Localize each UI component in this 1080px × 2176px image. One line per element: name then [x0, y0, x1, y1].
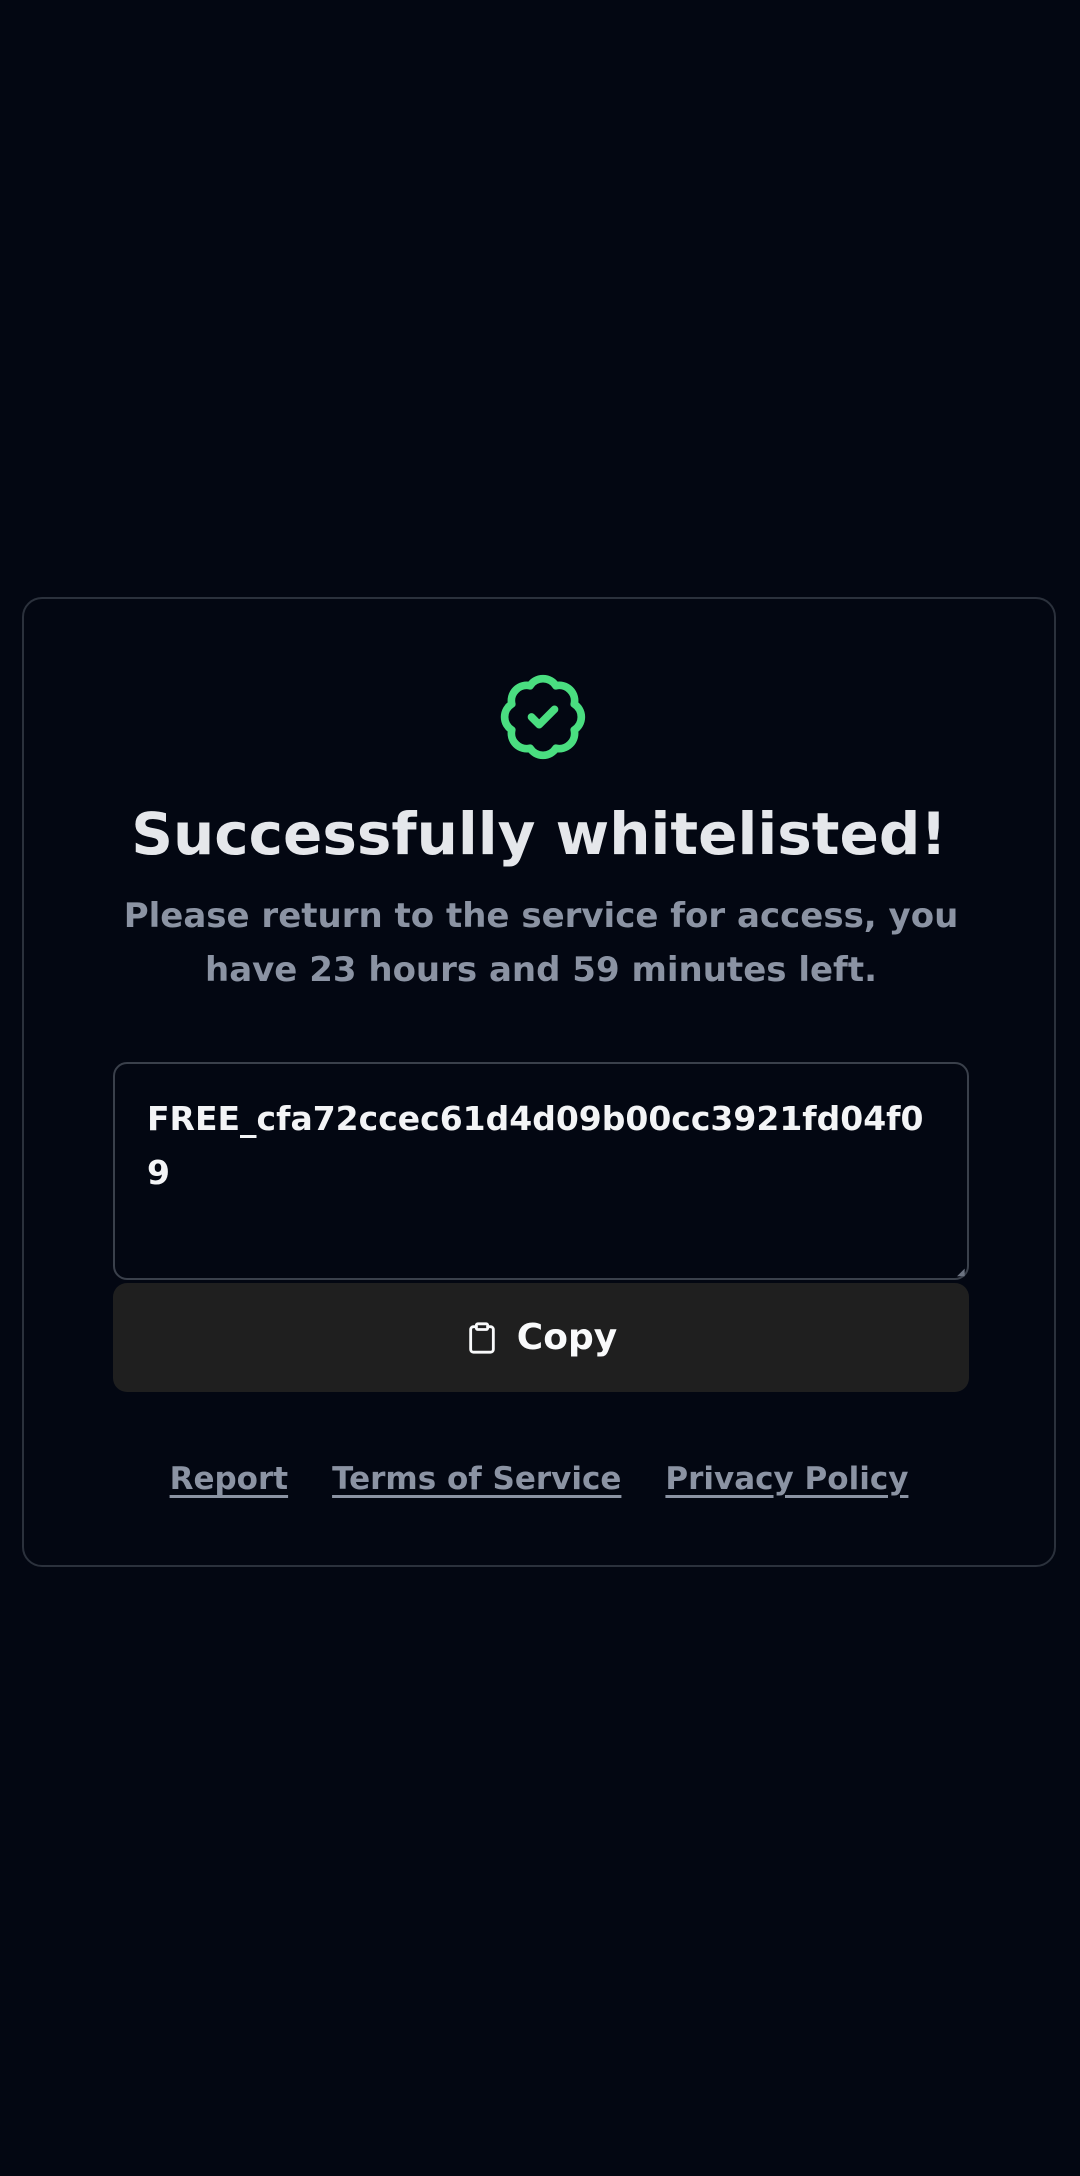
access-time-message: Please return to the service for access,… [123, 896, 959, 990]
whitelist-card: Successfully whitelisted! Please return … [22, 597, 1056, 1567]
terms-of-service-link[interactable]: Terms of Service [332, 1461, 621, 1497]
report-link[interactable]: Report [170, 1461, 289, 1497]
clipboard-icon [469, 1321, 495, 1354]
key-textarea[interactable]: FREE_cfa72ccec61d4d09b00cc3921fd04f09 [113, 1062, 969, 1280]
privacy-policy-link[interactable]: Privacy Policy [665, 1461, 908, 1497]
resize-grip-icon[interactable]: ◢ [957, 1268, 967, 1278]
copy-button-label: Copy [516, 1317, 618, 1358]
badge-check-icon [500, 674, 586, 760]
footer-links: Report Terms of Service Privacy Policy [24, 1461, 1054, 1497]
success-title: Successfully whitelisted! [131, 800, 947, 868]
copy-button[interactable]: Copy [113, 1283, 969, 1392]
